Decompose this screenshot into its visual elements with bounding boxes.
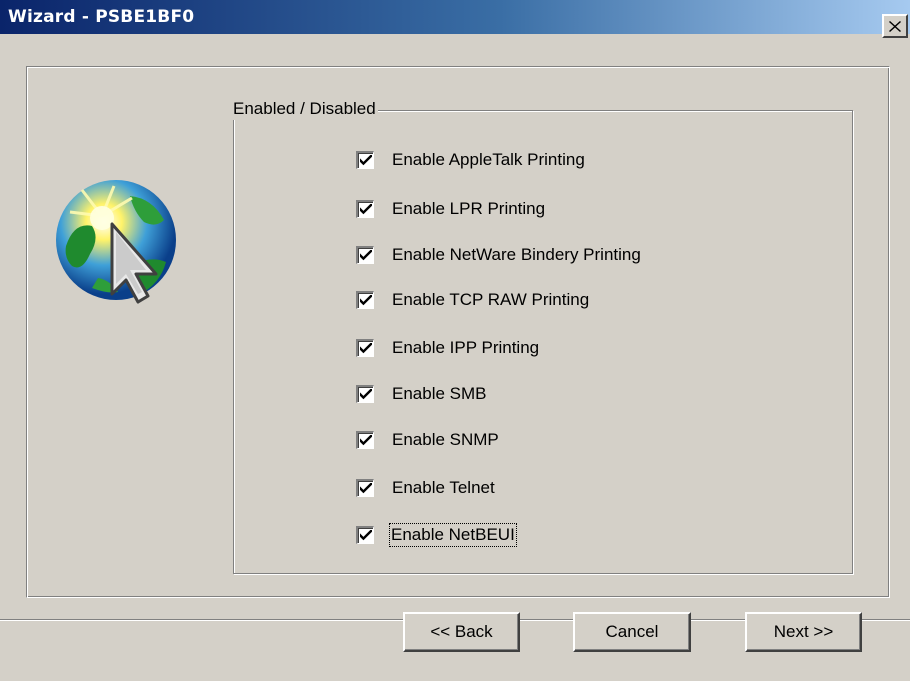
checkbox-box[interactable] (356, 479, 374, 497)
cancel-button[interactable]: Cancel (573, 612, 691, 652)
checkbox-label: Enable TCP RAW Printing (392, 290, 590, 309)
checkbox-enable-tcp-raw-printing[interactable]: Enable TCP RAW Printing (356, 288, 589, 312)
checkbox-enable-lpr-printing[interactable]: Enable LPR Printing (356, 197, 545, 221)
checkmark-icon (359, 342, 372, 353)
checkbox-enable-ipp-printing[interactable]: Enable IPP Printing (356, 336, 539, 360)
checkmark-icon (359, 154, 372, 165)
checkmark-icon (359, 388, 372, 399)
checkbox-box[interactable] (356, 151, 374, 169)
close-button[interactable] (882, 14, 908, 38)
next-button[interactable]: Next >> (745, 612, 862, 652)
groupbox-legend: Enabled / Disabled (233, 98, 378, 120)
back-button[interactable]: << Back (403, 612, 520, 652)
checkbox-box[interactable] (356, 385, 374, 403)
checkbox-label: Enable NetBEUI (389, 523, 517, 547)
checkmark-icon (359, 294, 372, 305)
checkbox-box[interactable] (356, 246, 374, 264)
checkbox-label: Enable NetWare Bindery Printing (392, 245, 641, 264)
checkmark-icon (359, 249, 372, 260)
wizard-globe-cursor-icon (56, 180, 176, 304)
checkbox-enable-appletalk-printing[interactable]: Enable AppleTalk Printing (356, 148, 585, 172)
checkmark-icon (359, 529, 372, 540)
checkbox-label: Enable IPP Printing (392, 338, 540, 357)
checkbox-label: Enable AppleTalk Printing (392, 150, 585, 169)
checkmark-icon (359, 482, 372, 493)
checkbox-enable-snmp[interactable]: Enable SNMP (356, 428, 499, 452)
checkbox-box[interactable] (356, 431, 374, 449)
checkbox-enable-smb[interactable]: Enable SMB (356, 382, 487, 406)
checkbox-box[interactable] (356, 200, 374, 218)
checkbox-box[interactable] (356, 291, 374, 309)
title-bar[interactable]: Wizard - PSBE1BF0 (0, 0, 910, 34)
checkmark-icon (359, 434, 372, 445)
close-icon (889, 20, 901, 32)
enabled-disabled-groupbox (233, 110, 853, 574)
window-title: Wizard - PSBE1BF0 (8, 7, 195, 27)
checkbox-box[interactable] (356, 339, 374, 357)
checkbox-enable-netware-bindery-printing[interactable]: Enable NetWare Bindery Printing (356, 243, 641, 267)
checkbox-label: Enable SMB (392, 384, 487, 403)
checkbox-enable-telnet[interactable]: Enable Telnet (356, 476, 495, 500)
checkmark-icon (359, 203, 372, 214)
checkbox-label: Enable LPR Printing (392, 199, 546, 218)
checkbox-label: Enable Telnet (392, 478, 495, 497)
checkbox-enable-netbeui[interactable]: Enable NetBEUI (356, 523, 517, 547)
checkbox-label: Enable SNMP (392, 430, 499, 449)
checkbox-box[interactable] (356, 526, 374, 544)
